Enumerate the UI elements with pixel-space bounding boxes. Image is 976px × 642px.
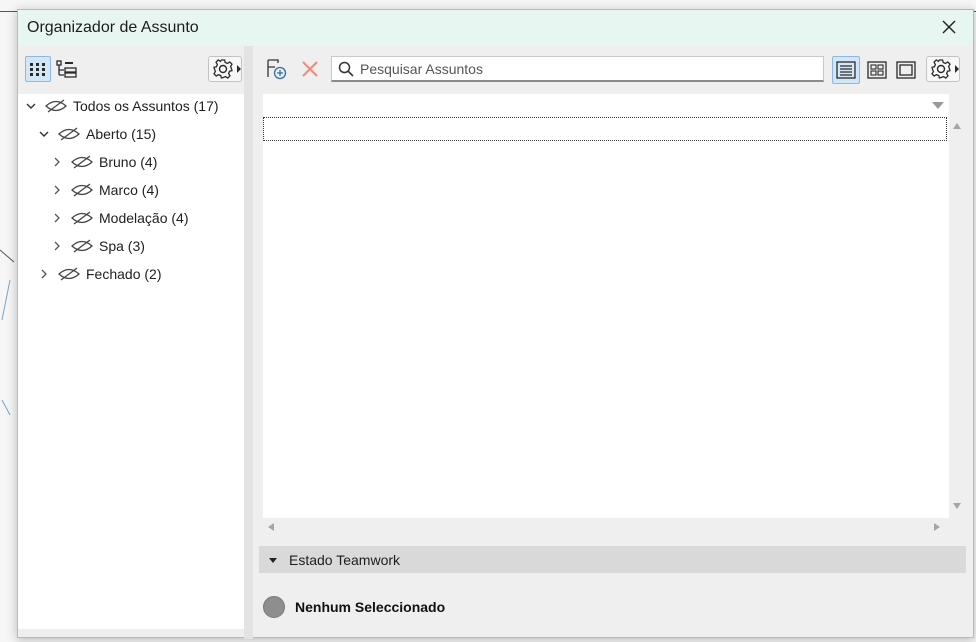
tree-view-button[interactable] bbox=[54, 56, 80, 82]
issue-tree: Todos os Assuntos (17) Aberto (15) Bruno… bbox=[18, 94, 244, 629]
single-view-button[interactable] bbox=[892, 56, 920, 84]
list-view-icon bbox=[836, 61, 856, 79]
grid-view-button[interactable] bbox=[25, 56, 51, 82]
collapse-triangle-icon[interactable] bbox=[268, 555, 278, 565]
chevron-right-icon[interactable] bbox=[51, 240, 63, 252]
thumbnail-view-button[interactable] bbox=[863, 56, 891, 84]
tree-item-label: Todos os Assuntos (17) bbox=[73, 98, 219, 114]
teamwork-status-section-header[interactable]: Estado Teamwork bbox=[259, 546, 966, 573]
eye-hidden-icon[interactable] bbox=[71, 182, 93, 198]
new-issue-button[interactable] bbox=[263, 56, 289, 82]
tree-item-open[interactable]: Aberto (15) bbox=[38, 122, 156, 146]
search-input[interactable] bbox=[360, 60, 800, 77]
chevron-right-icon[interactable] bbox=[51, 184, 63, 196]
desktop-drawing bbox=[0, 249, 15, 416]
panel-splitter[interactable] bbox=[244, 46, 253, 639]
list-row-focused[interactable] bbox=[263, 117, 947, 141]
eye-hidden-icon[interactable] bbox=[71, 210, 93, 226]
horizontal-scrollbar[interactable] bbox=[263, 518, 949, 536]
eye-hidden-icon[interactable] bbox=[71, 154, 93, 170]
eye-hidden-icon[interactable] bbox=[58, 126, 80, 142]
gear-icon bbox=[931, 59, 959, 79]
section-title: Estado Teamwork bbox=[289, 551, 401, 568]
issue-list[interactable] bbox=[263, 94, 949, 518]
delete-issue-button[interactable] bbox=[297, 56, 323, 82]
tree-item-label: Fechado (2) bbox=[86, 266, 162, 282]
tree-view-icon bbox=[56, 60, 77, 78]
tree-item-label: Aberto (15) bbox=[86, 126, 157, 142]
chevron-right-icon[interactable] bbox=[38, 268, 50, 280]
list-header bbox=[263, 94, 949, 116]
chevron-right-icon[interactable] bbox=[51, 212, 63, 224]
vertical-scrollbar[interactable] bbox=[949, 94, 965, 518]
left-toolbar bbox=[18, 46, 244, 86]
single-view-icon bbox=[896, 61, 916, 79]
eye-hidden-icon[interactable] bbox=[45, 98, 67, 114]
search-field[interactable] bbox=[331, 56, 824, 82]
chevron-down-icon[interactable] bbox=[25, 100, 37, 112]
scroll-down-icon[interactable] bbox=[952, 502, 962, 510]
status-indicator-icon bbox=[263, 596, 285, 618]
right-settings-button[interactable] bbox=[926, 56, 960, 82]
tree-item-all-issues[interactable]: Todos os Assuntos (17) bbox=[25, 94, 219, 118]
tree-item-label: Modelação (4) bbox=[99, 210, 189, 226]
scroll-left-icon[interactable] bbox=[267, 522, 275, 532]
scroll-up-icon[interactable] bbox=[952, 122, 962, 130]
chevron-down-icon[interactable] bbox=[38, 128, 50, 140]
tree-item-marco[interactable]: Marco (4) bbox=[51, 178, 159, 202]
tree-item-label: Marco (4) bbox=[99, 182, 159, 198]
right-toolbar bbox=[253, 46, 973, 86]
teamwork-status-row: Nenhum Seleccionado bbox=[263, 595, 445, 619]
scroll-right-icon[interactable] bbox=[933, 522, 941, 532]
left-settings-button[interactable] bbox=[208, 56, 242, 82]
tree-item-closed[interactable]: Fechado (2) bbox=[38, 262, 161, 286]
delete-icon bbox=[302, 61, 318, 77]
grid-view-icon bbox=[30, 63, 45, 76]
chevron-right-icon[interactable] bbox=[51, 156, 63, 168]
status-text: Nenhum Seleccionado bbox=[295, 599, 446, 615]
title-bar[interactable]: Organizador de Assunto bbox=[18, 10, 973, 46]
eye-hidden-icon[interactable] bbox=[71, 238, 93, 254]
search-icon bbox=[338, 61, 354, 77]
tree-item-label: Spa (3) bbox=[99, 238, 145, 254]
list-view-button[interactable] bbox=[832, 56, 860, 84]
thumbnail-view-icon bbox=[867, 61, 887, 79]
tree-item-bruno[interactable]: Bruno (4) bbox=[51, 150, 157, 174]
issue-organizer-window: Organizador de Assunto Todos os Assuntos… bbox=[17, 9, 974, 639]
new-issue-icon bbox=[267, 59, 287, 80]
close-icon[interactable] bbox=[939, 17, 959, 37]
sort-arrow-icon[interactable] bbox=[931, 101, 945, 110]
gear-icon bbox=[213, 59, 241, 79]
tree-item-spa[interactable]: Spa (3) bbox=[51, 234, 145, 258]
tree-item-label: Bruno (4) bbox=[99, 154, 158, 170]
tree-item-modelacao[interactable]: Modelação (4) bbox=[51, 206, 189, 230]
window-title: Organizador de Assunto bbox=[27, 19, 199, 36]
eye-hidden-icon[interactable] bbox=[58, 266, 80, 282]
